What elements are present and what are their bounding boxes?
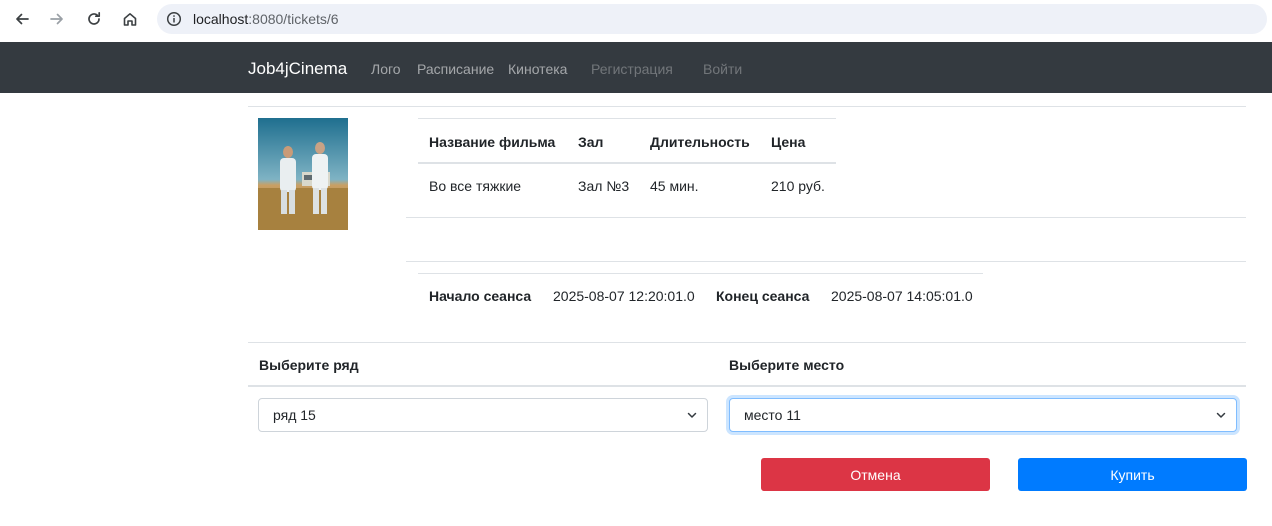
forward-icon[interactable] <box>43 7 71 31</box>
home-icon[interactable] <box>116 7 144 31</box>
table-header-price: Цена <box>771 134 806 150</box>
reload-icon[interactable] <box>80 7 108 31</box>
cancel-button[interactable]: Отмена <box>761 458 990 491</box>
table-header-hall: Зал <box>578 134 604 150</box>
divider <box>248 342 1246 343</box>
place-select-label: Выберите место <box>729 357 845 373</box>
navbar: Job4jCinema Лого Расписание Кинотека Рег… <box>0 42 1272 93</box>
url-host: localhost <box>193 11 249 27</box>
divider <box>248 385 1246 387</box>
session-start-value: 2025-08-07 12:20:01.0 <box>553 288 695 304</box>
info-icon[interactable] <box>165 10 183 28</box>
table-top-border <box>418 118 836 119</box>
chevron-down-icon <box>687 412 697 418</box>
table-header-duration: Длительность <box>650 134 750 150</box>
place-select-value: место 11 <box>744 407 801 423</box>
nav-link-schedule[interactable]: Расписание <box>417 61 494 77</box>
session-end-value: 2025-08-07 14:05:01.0 <box>831 288 973 304</box>
session-table-border <box>418 273 983 274</box>
divider <box>406 217 1246 218</box>
row-select-value: ряд 15 <box>273 407 316 423</box>
session-start-label: Начало сеанса <box>429 288 532 304</box>
table-header-title: Название фильма <box>429 134 556 150</box>
buy-button[interactable]: Купить <box>1018 458 1247 491</box>
divider <box>406 261 1246 262</box>
address-bar[interactable]: localhost:8080/tickets/6 <box>157 4 1267 34</box>
back-icon[interactable] <box>8 7 36 31</box>
url-text: localhost:8080/tickets/6 <box>193 11 339 27</box>
navbar-brand[interactable]: Job4jCinema <box>248 59 347 79</box>
table-cell-title: Во все тяжкие <box>429 178 522 194</box>
url-path: :8080/tickets/6 <box>248 11 339 27</box>
browser-toolbar: localhost:8080/tickets/6 <box>0 0 1272 42</box>
nav-link-logo[interactable]: Лого <box>371 61 401 77</box>
nav-link-register[interactable]: Регистрация <box>591 61 673 77</box>
divider <box>248 106 1246 107</box>
nav-link-films[interactable]: Кинотека <box>508 61 567 77</box>
nav-link-login[interactable]: Войти <box>703 61 742 77</box>
chevron-down-icon <box>1216 412 1226 418</box>
table-header-border <box>418 162 836 164</box>
table-cell-duration: 45 мин. <box>650 178 699 194</box>
film-poster <box>258 118 348 230</box>
row-select[interactable]: ряд 15 <box>258 398 708 432</box>
table-cell-hall: Зал №3 <box>578 178 630 194</box>
session-end-label: Конец сеанса <box>716 288 810 304</box>
table-cell-price: 210 руб. <box>771 178 825 194</box>
place-select[interactable]: место 11 <box>729 398 1237 432</box>
row-select-label: Выберите ряд <box>259 357 359 373</box>
